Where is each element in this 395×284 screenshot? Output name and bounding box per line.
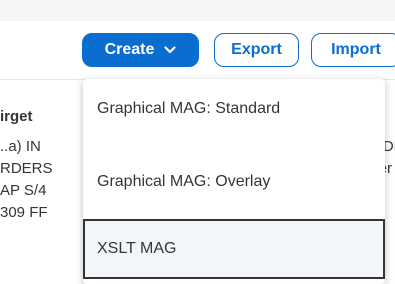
menu-item-graphical-mag-standard[interactable]: Graphical MAG: Standard bbox=[83, 79, 385, 139]
table-cell: AP S/4 bbox=[0, 182, 47, 199]
export-button-label: Export bbox=[231, 41, 282, 58]
menu-item-xslt-mag[interactable]: XSLT MAG bbox=[83, 219, 385, 279]
create-dropdown-menu: Graphical MAG: Standard Graphical MAG: O… bbox=[83, 79, 385, 284]
table-cell: RDERS bbox=[0, 160, 53, 177]
table-cell: ..a) IN bbox=[0, 138, 41, 155]
column-header-target: irget bbox=[0, 108, 33, 125]
import-button[interactable]: Import bbox=[311, 33, 395, 67]
menu-item-label: Graphical MAG: Overlay bbox=[97, 173, 271, 190]
create-button-label: Create bbox=[104, 41, 155, 58]
header-strip bbox=[0, 0, 395, 21]
export-button[interactable]: Export bbox=[214, 33, 299, 67]
menu-item-label: Graphical MAG: Standard bbox=[97, 100, 281, 117]
menu-item-label: XSLT MAG bbox=[97, 240, 177, 257]
import-button-label: Import bbox=[331, 41, 381, 58]
create-button[interactable]: Create bbox=[82, 33, 199, 67]
chevron-down-icon bbox=[164, 41, 177, 59]
table-cell: 309 FF bbox=[0, 204, 48, 221]
menu-item-graphical-mag-overlay[interactable]: Graphical MAG: Overlay bbox=[83, 152, 385, 212]
